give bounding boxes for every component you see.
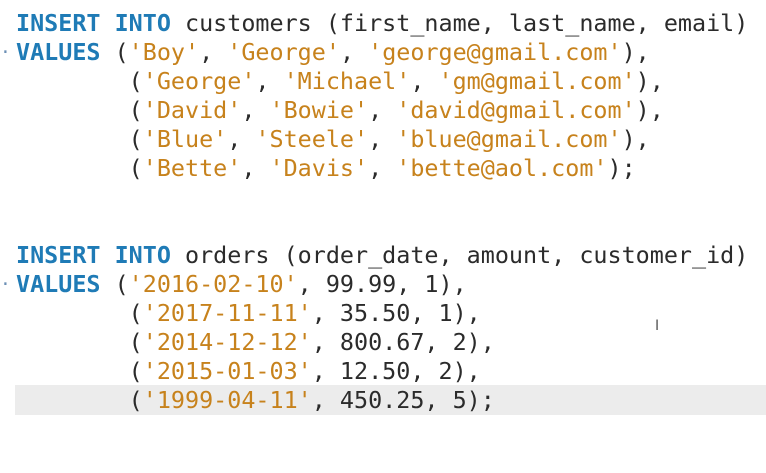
code-punct: , [368,125,397,153]
keyword-into: INTO [114,9,171,37]
code-punct: ( [16,125,143,153]
code-punct: ), [635,96,664,124]
text-cursor-icon: I [655,318,660,334]
code-punct: , [410,67,439,95]
string-literal: 'blue@gmail.com' [396,125,622,153]
string-literal: '2014-12-12' [142,328,312,356]
code-text: , 99.99, 1), [297,270,467,298]
code-line-13[interactable]: ('2015-01-03', 12.50, 2), [0,357,766,386]
code-punct: ( [16,96,143,124]
string-literal: 'George' [227,38,340,66]
code-line-6[interactable]: ('Bette', 'Davis', 'bette@aol.com'); [0,154,766,183]
code-punct: , [339,38,369,66]
string-literal: 'Bette' [142,154,242,182]
code-line-2[interactable]: VALUES ('Boy', 'George', 'george@gmail.c… [0,38,766,67]
string-literal: 'Boy' [128,38,200,66]
string-literal: 'david@gmail.com' [396,96,636,124]
keyword-into: INTO [114,241,171,269]
code-text: customers (first_name, last_name, email) [170,9,749,37]
code-punct: , [199,38,228,66]
code-text: orders (order_date, amount, customer_id) [170,241,749,269]
string-literal: 'Michael' [283,67,411,95]
code-punct: , [255,67,284,95]
string-literal: 'Davis' [269,154,369,182]
code-punct: ), [635,67,664,95]
string-literal: '2017-11-11' [142,299,312,327]
code-line-9[interactable]: · INSERT INTO orders (order_date, amount… [0,241,766,295]
code-line-1[interactable]: · INSERT INTO customers (first_name, las… [0,9,766,63]
code-line-5[interactable]: ('Blue', 'Steele', 'blue@gmail.com'), [0,125,766,154]
string-literal: 'David' [142,96,242,124]
keyword-insert: INSERT [16,9,101,37]
keyword-insert: INSERT [16,241,101,269]
code-text: , 35.50, 1), [311,299,481,327]
code-punct: ( [16,328,143,356]
code-punct: ( [100,270,129,298]
code-text: , 12.50, 2), [311,357,481,385]
code-punct: , [227,125,256,153]
string-literal: 'George' [142,67,256,95]
code-punct: ( [16,154,143,182]
code-text: , 450.25, 5); [311,386,495,414]
code-punct: ( [100,38,129,66]
string-literal: 'george@gmail.com' [368,38,622,66]
code-punct: , [368,96,397,124]
code-punct: ), [621,125,650,153]
code-line-14[interactable]: ('1999-04-11', 450.25, 5); [0,386,766,415]
code-punct: , [368,154,397,182]
code-line-12[interactable]: ('2014-12-12', 800.67, 2), [0,328,766,357]
code-line-3[interactable]: ('George', 'Michael', 'gm@gmail.com'), [0,67,766,96]
string-literal: 'Bowie' [269,96,369,124]
code-punct: ( [16,299,143,327]
code-punct: ( [16,386,143,414]
string-literal: 'Steele' [255,125,369,153]
code-punct: ( [16,67,143,95]
code-punct: ); [607,154,636,182]
string-literal: 'gm@gmail.com' [438,67,636,95]
string-literal: 'Blue' [142,125,228,153]
code-punct: , [241,96,270,124]
string-literal: '2015-01-03' [142,357,312,385]
keyword-values: VALUES [16,270,101,298]
code-line-11[interactable]: ('2017-11-11', 35.50, 1), [0,299,766,328]
code-punct: ( [16,357,143,385]
code-line-4[interactable]: ('David', 'Bowie', 'david@gmail.com'), [0,96,766,125]
code-line-10[interactable]: VALUES ('2016-02-10', 99.99, 1), [0,270,766,299]
string-literal: '1999-04-11' [142,386,312,414]
string-literal: 'bette@aol.com' [396,154,608,182]
string-literal: '2016-02-10' [128,270,298,298]
code-editor[interactable]: · INSERT INTO customers (first_name, las… [0,0,766,422]
code-text: , 800.67, 2), [311,328,495,356]
code-punct: , [241,154,270,182]
keyword-values: VALUES [16,38,101,66]
code-punct: ), [621,38,650,66]
